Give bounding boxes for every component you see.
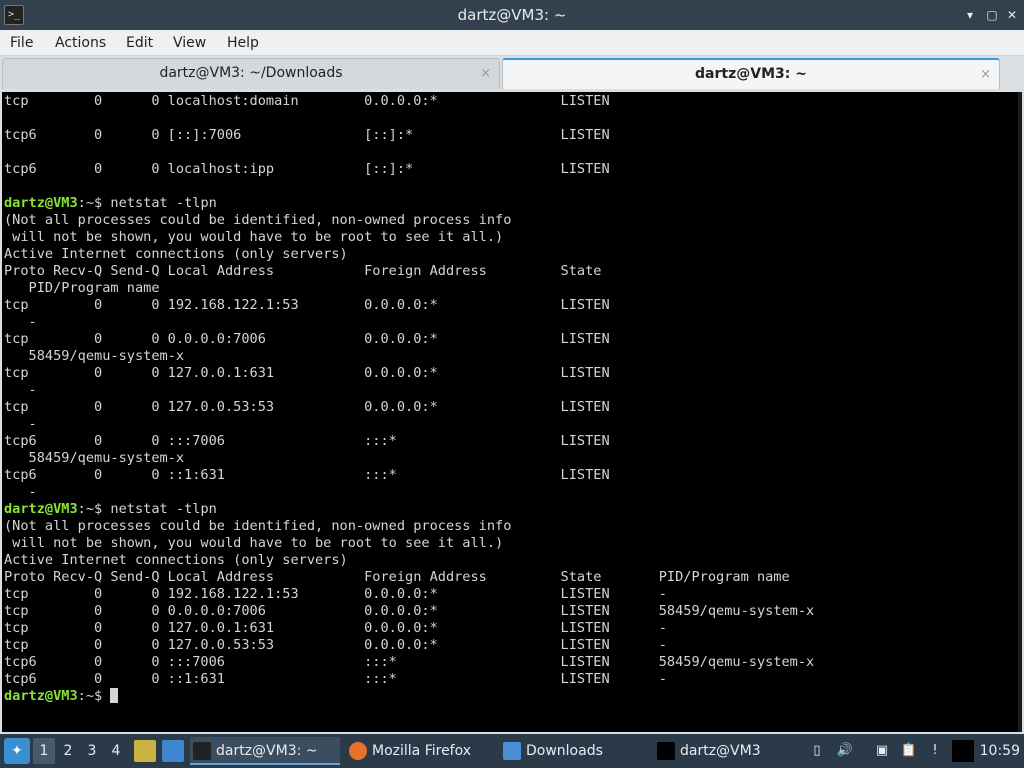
text-cursor: [110, 688, 119, 703]
menu-edit[interactable]: Edit: [126, 30, 153, 56]
tab-home[interactable]: dartz@VM3: ~ ×: [502, 58, 1000, 89]
terminal-output-line: will not be shown, you would have to be …: [4, 535, 504, 551]
clock[interactable]: 10:59: [980, 734, 1020, 768]
terminal-output-line: (Not all processes could be identified, …: [4, 518, 512, 534]
terminal-output-line: tcp 0 0 0.0.0.0:7006 0.0.0.0:* LISTEN 58…: [4, 603, 815, 619]
task-firefox[interactable]: Mozilla Firefox: [346, 737, 496, 765]
task-label: dartz@VM3: [680, 743, 761, 759]
prompt-user: dartz@VM3: [4, 195, 78, 211]
terminal-output-line: -: [4, 416, 37, 432]
workspace-4[interactable]: 4: [105, 738, 127, 764]
terminal-output-line: tcp 0 0 127.0.0.53:53 0.0.0.0:* LISTEN -: [4, 637, 667, 653]
terminal-output-line: tcp 0 0 192.168.122.1:53 0.0.0.0:* LISTE…: [4, 586, 667, 602]
terminal-output-line: tcp 0 0 127.0.0.1:631 0.0.0.0:* LISTEN: [4, 365, 610, 381]
menu-bar: File Actions Edit View Help: [0, 30, 1024, 56]
task-terminal-2[interactable]: dartz@VM3: [654, 737, 804, 765]
firefox-icon: [349, 742, 367, 760]
terminal-output-line: tcp 0 0 localhost:domain 0.0.0.0:* LISTE…: [4, 93, 610, 109]
terminal-output-line: -: [4, 484, 37, 500]
prompt-user: dartz@VM3: [4, 688, 78, 704]
workspace-1[interactable]: 1: [33, 738, 55, 764]
network-icon[interactable]: ▣: [873, 742, 891, 760]
menu-file[interactable]: File: [10, 30, 33, 56]
workspace-2[interactable]: 2: [57, 738, 79, 764]
cpu-monitor-icon[interactable]: [952, 740, 974, 762]
prompt-user: dartz@VM3: [4, 501, 78, 517]
terminal-output-line: Active Internet connections (only server…: [4, 552, 348, 568]
close-button[interactable]: ✕: [1004, 7, 1020, 23]
prompt-path: :~$: [77, 501, 111, 517]
window-titlebar[interactable]: >_ dartz@VM3: ~ ▾ ▢ ✕: [0, 0, 1024, 30]
prompt-path: :~$: [77, 195, 111, 211]
tab-close-icon[interactable]: ×: [980, 60, 991, 89]
task-label: dartz@VM3: ~: [216, 743, 318, 759]
terminal-output: tcp 0 0 localhost:domain 0.0.0.0:* LISTE…: [4, 93, 814, 705]
update-notifier-icon[interactable]: !: [926, 742, 944, 760]
terminal-output-line: PID/Program name: [4, 280, 160, 296]
terminal-frame: tcp 0 0 localhost:domain 0.0.0.0:* LISTE…: [0, 90, 1024, 734]
terminal-prompt-line: dartz@VM3:~$: [4, 688, 814, 705]
show-desktop-icon[interactable]: [162, 740, 184, 762]
terminal-icon: [193, 742, 211, 760]
terminal-output-line: tcp 0 0 127.0.0.53:53 0.0.0.0:* LISTEN: [4, 399, 610, 415]
terminal-output-line: Proto Recv-Q Send-Q Local Address Foreig…: [4, 263, 602, 279]
task-downloads[interactable]: Downloads: [500, 737, 650, 765]
terminal-output-line: tcp 0 0 127.0.0.1:631 0.0.0.0:* LISTEN -: [4, 620, 667, 636]
terminal-scrollbar[interactable]: [1018, 92, 1022, 732]
minimize-button[interactable]: ▾: [962, 7, 978, 23]
folder-icon: [503, 742, 521, 760]
prompt-command: netstat -tlpn: [110, 501, 217, 517]
terminal-prompt-line: dartz@VM3:~$ netstat -tlpn: [4, 501, 814, 518]
terminal-output-line: tcp 0 0 192.168.122.1:53 0.0.0.0:* LISTE…: [4, 297, 610, 313]
terminal-output-line: Proto Recv-Q Send-Q Local Address Foreig…: [4, 569, 790, 585]
terminal-output-line: (Not all processes could be identified, …: [4, 212, 512, 228]
window-title: dartz@VM3: ~: [457, 6, 567, 24]
terminal-graph-icon: [657, 742, 675, 760]
task-terminal[interactable]: dartz@VM3: ~: [190, 737, 340, 765]
taskbar: ✦ 1 2 3 4 dartz@VM3: ~ Mozilla Firefox D…: [0, 734, 1024, 768]
tab-downloads[interactable]: dartz@VM3: ~/Downloads ×: [2, 58, 500, 89]
task-label: Mozilla Firefox: [372, 743, 472, 759]
terminal-output-line: tcp6 0 0 ::1:631 :::* LISTEN: [4, 467, 610, 483]
file-manager-launcher-icon[interactable]: [134, 740, 156, 762]
terminal-output-line: tcp6 0 0 [::]:7006 [::]:* LISTEN: [4, 127, 610, 143]
terminal-output-line: tcp6 0 0 localhost:ipp [::]:* LISTEN: [4, 161, 610, 177]
tab-bar: dartz@VM3: ~/Downloads × dartz@VM3: ~ ×: [0, 56, 1024, 90]
tab-label: dartz@VM3: ~/Downloads: [159, 65, 343, 81]
terminal-output-line: tcp 0 0 0.0.0.0:7006 0.0.0.0:* LISTEN: [4, 331, 610, 347]
removable-media-icon[interactable]: ▯: [808, 742, 826, 760]
terminal-output-line: -: [4, 382, 37, 398]
task-label: Downloads: [526, 743, 603, 759]
prompt-path: :~$: [77, 688, 111, 704]
terminal-output-line: tcp6 0 0 :::7006 :::* LISTEN: [4, 433, 610, 449]
workspace-3[interactable]: 3: [81, 738, 103, 764]
terminal-output-line: tcp6 0 0 :::7006 :::* LISTEN 58459/qemu-…: [4, 654, 815, 670]
tab-close-icon[interactable]: ×: [480, 59, 491, 88]
terminal-output-line: will not be shown, you would have to be …: [4, 229, 504, 245]
menu-actions[interactable]: Actions: [55, 30, 106, 56]
volume-icon[interactable]: 🔊: [836, 742, 854, 760]
terminal-output-line: 58459/qemu-system-x: [4, 450, 185, 466]
terminal-output-line: 58459/qemu-system-x: [4, 348, 185, 364]
terminal-view[interactable]: tcp 0 0 localhost:domain 0.0.0.0:* LISTE…: [2, 92, 1022, 732]
tab-label: dartz@VM3: ~: [695, 66, 807, 82]
terminal-output-line: tcp6 0 0 ::1:631 :::* LISTEN -: [4, 671, 667, 687]
menu-view[interactable]: View: [173, 30, 206, 56]
terminal-output-line: -: [4, 314, 37, 330]
clipboard-icon[interactable]: 📋: [900, 742, 918, 760]
terminal-output-line: Active Internet connections (only server…: [4, 246, 348, 262]
start-menu-icon[interactable]: ✦: [4, 738, 30, 764]
maximize-button[interactable]: ▢: [984, 7, 1000, 23]
prompt-command: netstat -tlpn: [110, 195, 217, 211]
menu-help[interactable]: Help: [227, 30, 259, 56]
terminal-prompt-line: dartz@VM3:~$ netstat -tlpn: [4, 195, 814, 212]
